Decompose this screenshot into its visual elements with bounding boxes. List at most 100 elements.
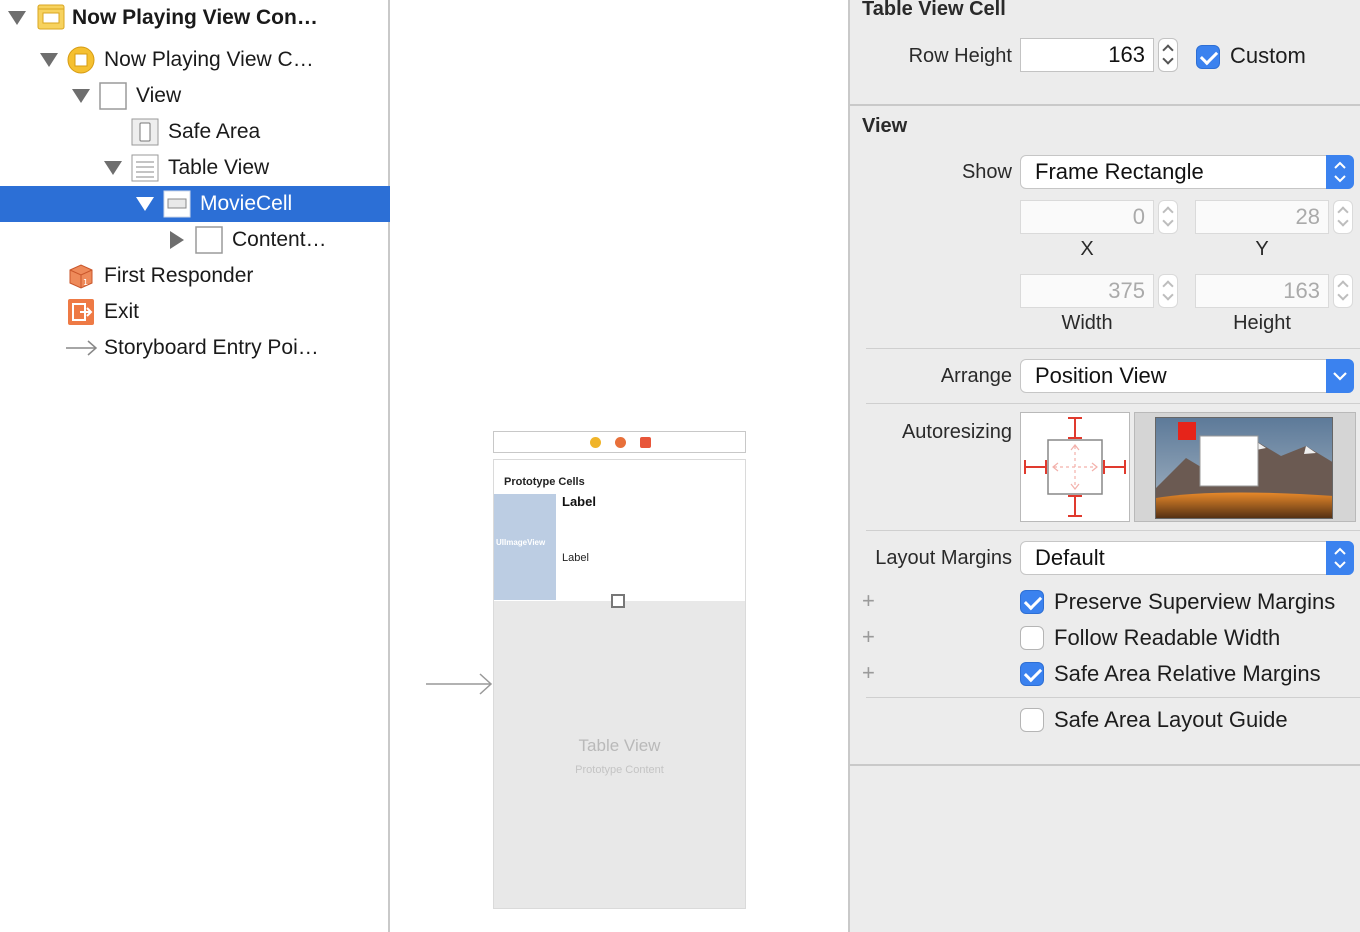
popup-arrows-icon [1326, 541, 1354, 575]
title-label[interactable]: Label [562, 494, 596, 509]
autoresizing-struts-icon[interactable] [1021, 413, 1129, 521]
outline-item-label: Now Playing View C… [104, 48, 314, 71]
safe-area-icon [130, 117, 160, 147]
first-responder-dock-icon[interactable] [615, 437, 626, 448]
width-caption: Width [1061, 312, 1113, 334]
view-controller-icon [66, 45, 96, 75]
outline-item-label: View [136, 84, 182, 107]
disclosure-triangle-icon[interactable] [40, 53, 58, 67]
safe-area-layout-guide-checkbox[interactable] [1020, 708, 1044, 732]
content-view-icon [194, 225, 224, 255]
section-title-table-view-cell: Table View Cell [862, 0, 1006, 20]
exit-dock-icon[interactable] [640, 437, 651, 448]
height-field[interactable]: 163 [1195, 274, 1329, 308]
show-popup[interactable]: Frame Rectangle [1020, 155, 1354, 189]
safe-area-relative-margins-label: Safe Area Relative Margins [1054, 661, 1321, 686]
safe-area-relative-margins-checkbox[interactable] [1020, 662, 1044, 686]
outline-item-label: MovieCell [200, 192, 293, 215]
row-height-field[interactable]: 163 [1020, 38, 1154, 72]
document-outline: Now Playing View Con… Now Playing View C… [0, 0, 390, 932]
x-field[interactable]: 0 [1020, 200, 1154, 234]
divider [866, 348, 1360, 349]
disclosure-triangle-icon[interactable] [170, 231, 184, 249]
table-view-placeholder-subtitle: Prototype Content [575, 764, 664, 776]
layout-margins-label: Layout Margins [875, 547, 1012, 569]
first-responder-icon: 1 [66, 261, 96, 291]
table-view-placeholder-title: Table View [578, 736, 661, 755]
disclosure-triangle-icon[interactable] [136, 197, 154, 211]
x-stepper[interactable] [1158, 200, 1178, 234]
autoresizing-preview [1134, 412, 1356, 522]
wallpaper-preview-image [1155, 417, 1333, 519]
entry-arrow-icon [64, 333, 98, 363]
follow-readable-width-checkbox[interactable] [1020, 626, 1044, 650]
autoresizing-label: Autoresizing [901, 421, 1012, 443]
outline-item-safe-area[interactable]: Safe Area [0, 114, 390, 150]
arrange-label: Arrange [940, 365, 1012, 387]
y-caption: Y [1255, 238, 1269, 260]
disclosure-triangle-icon[interactable] [104, 161, 122, 175]
custom-checkbox[interactable] [1196, 45, 1220, 69]
outline-item-label: Exit [104, 300, 140, 323]
row-height-label: Row Height [908, 45, 1012, 67]
svg-text:1: 1 [83, 278, 88, 287]
autoresizing-mask-editor[interactable] [1020, 412, 1130, 522]
outline-item-moviecell[interactable]: MovieCell [0, 186, 390, 222]
image-view-label: UIImageView [496, 538, 546, 547]
disclosure-triangle-icon[interactable] [8, 11, 26, 25]
cell-resize-handle[interactable] [611, 594, 625, 608]
show-popup-value: Frame Rectangle [1035, 159, 1204, 184]
add-variation-plus-icon[interactable]: + [862, 624, 875, 650]
outline-item-first-responder[interactable]: 1 First Responder [0, 258, 390, 294]
outline-item-label: Content… [232, 228, 327, 251]
outline-item-exit[interactable]: Exit [0, 294, 390, 330]
layout-margins-popup-value: Default [1035, 545, 1105, 570]
chevron-down-icon [1326, 359, 1354, 393]
outline-item-content-view[interactable]: Content… [0, 222, 390, 258]
divider [866, 530, 1360, 531]
height-stepper[interactable] [1333, 274, 1353, 308]
x-caption: X [1080, 238, 1094, 260]
row-height-stepper[interactable] [1158, 38, 1178, 72]
image-view[interactable]: UIImageView [494, 494, 556, 600]
scene-icon [36, 2, 66, 32]
table-cell-icon [162, 189, 192, 219]
section-title-view: View [862, 115, 908, 137]
y-field[interactable]: 28 [1195, 200, 1329, 234]
safe-area-layout-guide-label: Safe Area Layout Guide [1054, 707, 1288, 732]
arrange-popup[interactable]: Position View [1020, 359, 1354, 393]
subtitle-label[interactable]: Label [562, 552, 589, 564]
y-stepper[interactable] [1333, 200, 1353, 234]
outline-item-label: First Responder [104, 264, 254, 287]
outline-item-label: Safe Area [168, 120, 261, 143]
height-caption: Height [1233, 312, 1291, 334]
table-view-scene[interactable]: Prototype Cells UIImageView Label Label … [493, 459, 746, 909]
outline-item-storyboard-entry-point[interactable]: Storyboard Entry Poi… [0, 330, 390, 366]
outline-item-scene[interactable]: Now Playing View Con… [0, 0, 390, 36]
popup-arrows-icon [1326, 155, 1354, 189]
outline-item-label: Table View [168, 156, 270, 179]
view-controller-dock-icon[interactable] [590, 437, 601, 448]
arrange-popup-value: Position View [1035, 363, 1167, 388]
layout-margins-popup[interactable]: Default [1020, 541, 1354, 575]
follow-readable-width-label: Follow Readable Width [1054, 625, 1281, 650]
scene-dock[interactable] [493, 431, 746, 453]
disclosure-triangle-icon[interactable] [72, 89, 90, 103]
preserve-superview-margins-checkbox[interactable] [1020, 590, 1044, 614]
outline-item-label: Now Playing View Con… [72, 6, 318, 29]
divider [866, 403, 1360, 404]
movie-cell-prototype[interactable]: Prototype Cells UIImageView Label Label [494, 460, 745, 601]
entry-point-arrow-icon[interactable] [426, 670, 496, 698]
outline-item-view-controller[interactable]: Now Playing View C… [0, 42, 390, 78]
preserve-superview-margins-label: Preserve Superview Margins [1054, 589, 1336, 614]
storyboard-canvas[interactable]: Prototype Cells UIImageView Label Label … [392, 0, 848, 932]
add-variation-plus-icon[interactable]: + [862, 660, 875, 686]
width-stepper[interactable] [1158, 274, 1178, 308]
outline-item-table-view[interactable]: Table View [0, 150, 390, 186]
prototype-cells-header: Prototype Cells [504, 476, 585, 488]
add-variation-plus-icon[interactable]: + [862, 588, 875, 614]
outline-item-view[interactable]: View [0, 78, 390, 114]
width-field[interactable]: 375 [1020, 274, 1154, 308]
view-icon [98, 81, 128, 111]
custom-label: Custom [1230, 43, 1306, 68]
